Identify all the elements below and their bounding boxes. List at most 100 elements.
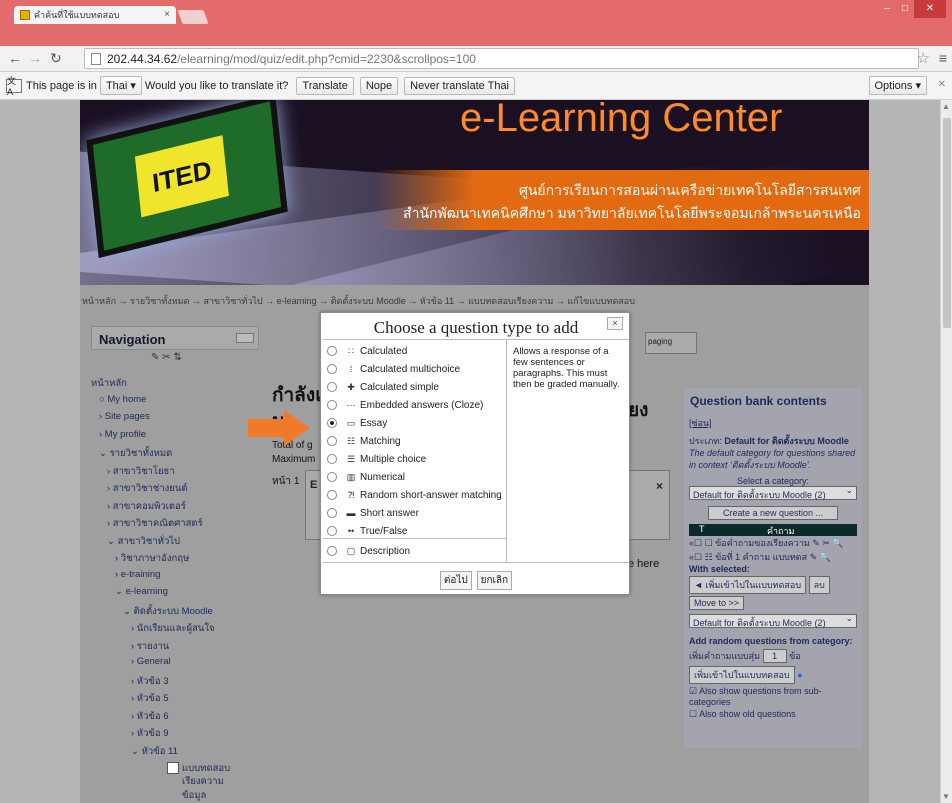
radio-button[interactable]	[327, 436, 337, 446]
nav-item[interactable]: › หัวข้อ 9	[91, 726, 259, 744]
option-matching[interactable]: ☷ Matching	[327, 433, 401, 449]
option-essay[interactable]: ▭ Essay	[327, 415, 387, 431]
radio-button[interactable]	[327, 526, 337, 536]
add-to-quiz-button[interactable]: ◄ เพิ่มเข้าไปในแบบทดสอบ	[689, 576, 807, 594]
move-to-button[interactable]: Move to >>	[689, 596, 745, 610]
nav-item[interactable]: › วิชาภาษาอังกฤษ	[91, 551, 259, 569]
reload-icon[interactable]: ↻	[50, 50, 62, 67]
radio-button-selected[interactable]	[327, 418, 337, 428]
nav-item[interactable]: › รายงาน	[91, 639, 259, 657]
radio-button[interactable]	[327, 400, 337, 410]
nav-item-quiz-sub[interactable]: เรียงความ	[91, 774, 259, 788]
never-translate-button[interactable]: Never translate Thai	[404, 76, 516, 95]
nav-item-info[interactable]: ข้อมูล	[91, 788, 259, 803]
page-1-label: หน้า 1	[272, 476, 300, 487]
random-count-select[interactable]: 1	[762, 649, 787, 663]
option-numerical[interactable]: ▥ Numerical	[327, 469, 405, 485]
nav-item[interactable]: › หัวข้อ 5	[91, 691, 259, 709]
breadcrumb[interactable]: หน้าหลัก → รายวิชาทั้งหมด → สาขาวิชาทั่ว…	[82, 294, 635, 308]
back-arrow-icon[interactable]: ←	[8, 50, 22, 66]
radio-button[interactable]	[327, 364, 337, 374]
nav-item[interactable]: › สาขาวิชาคณิตศาสตร์	[91, 516, 259, 534]
page-scrollbar[interactable]: ▲ ▼	[940, 100, 952, 803]
new-tab-button[interactable]	[177, 10, 209, 24]
option-calculated[interactable]: ∷ Calculated	[327, 343, 407, 359]
nav-item[interactable]: ○ My home	[91, 394, 259, 412]
radio-button[interactable]	[327, 490, 337, 500]
scroll-up-icon[interactable]: ▲	[942, 102, 950, 111]
help-icon[interactable]: ●	[797, 670, 802, 680]
radio-button[interactable]	[327, 346, 337, 356]
option-embedded-answers[interactable]: ⋯ Embedded answers (Cloze)	[327, 397, 483, 413]
forward-arrow-icon[interactable]: →	[28, 50, 42, 66]
add-random-button[interactable]: เพิ่มเข้าไปในแบบทดสอบ	[689, 666, 795, 684]
dialog-close-button[interactable]: ×	[607, 317, 623, 330]
nav-item[interactable]: › สาขาวิชาช่างยนต์	[91, 481, 259, 499]
option-short-answer[interactable]: ▬ Short answer	[327, 505, 419, 521]
option-multiple-choice[interactable]: ☰ Multiple choice	[327, 451, 426, 467]
browser-tab[interactable]: คำค้นที่ใช้แบบทดสอบ ×	[14, 6, 176, 24]
option-calculated-simple[interactable]: ✚ Calculated simple	[327, 379, 439, 395]
close-window-button[interactable]: ✕	[914, 0, 946, 18]
browser-menu-icon[interactable]: ≡	[934, 46, 952, 72]
qbank-category-select[interactable]: Default for ติดตั้งระบบ Moodle (2)	[689, 485, 857, 500]
option-random-short-answer[interactable]: ⁈ Random short-answer matching	[327, 487, 502, 503]
tab-close-icon[interactable]: ×	[164, 9, 170, 20]
maximize-button[interactable]: □	[896, 0, 914, 18]
translate-close-icon[interactable]: ✕	[938, 79, 946, 90]
radio-button[interactable]	[327, 454, 337, 464]
delete-button[interactable]: ลบ	[808, 576, 830, 594]
page-heading-end: ยง	[628, 400, 649, 421]
radio-button[interactable]	[327, 546, 337, 556]
nav-item-quiz[interactable]: แบบทดสอบ	[91, 761, 259, 775]
scroll-down-icon[interactable]: ▼	[942, 792, 950, 801]
nav-item[interactable]: ⌄ หัวข้อ 11	[91, 744, 259, 762]
create-question-button[interactable]: Create a new question ...	[708, 506, 838, 520]
qbank-row[interactable]: «☐ ☷ ข้อที่ 1 คำถาม แบบทดส ✎ 🔍	[684, 550, 862, 564]
translate-button[interactable]: Translate	[296, 76, 354, 95]
radio-button[interactable]	[327, 382, 337, 392]
address-bar[interactable]: 202.44.34.62 /elearning/mod/quiz/edit.ph…	[84, 48, 919, 69]
browser-toolbar: ← → ↻ 202.44.34.62 /elearning/mod/quiz/e…	[0, 46, 952, 72]
nope-button[interactable]: Nope	[359, 76, 399, 95]
nav-item[interactable]: ⌄ e-learning	[91, 586, 259, 604]
minimize-button[interactable]: –	[878, 0, 896, 18]
option-true-false[interactable]: •• True/False	[327, 523, 407, 539]
nav-item[interactable]: › หัวข้อ 6	[91, 709, 259, 727]
nav-item[interactable]: › หัวข้อ 3	[91, 674, 259, 692]
qbank-row[interactable]: «☐ ☐ ข้อคำถามของเรียงความ ✎ ✂ 🔍	[684, 536, 862, 550]
radio-button[interactable]	[327, 472, 337, 482]
nav-item[interactable]: › สาขาวิชาโยธา	[91, 464, 259, 482]
radio-button[interactable]	[327, 508, 337, 518]
scroll-thumb[interactable]	[943, 118, 951, 328]
nav-item[interactable]: › e-training	[91, 569, 259, 587]
nav-item[interactable]: › My profile	[91, 429, 259, 447]
option-description[interactable]: ▢ Description	[327, 543, 410, 559]
qbank-hide-link[interactable]: [ซ่อน]	[684, 408, 862, 434]
nav-item[interactable]: › นักเรียนและผู้สนใจ	[91, 621, 259, 639]
cloze-icon: ⋯	[346, 399, 356, 410]
nav-item[interactable]: › สาขาคอมพิวเตอร์	[91, 499, 259, 517]
cancel-button[interactable]: ยกเลิก	[476, 571, 513, 590]
move-to-select[interactable]: Default for ติดตั้งระบบ Moodle (2)	[689, 613, 857, 628]
translate-options-button[interactable]: Options ▾	[868, 76, 927, 95]
bookmark-star-icon[interactable]: ☆	[917, 49, 930, 67]
next-button[interactable]: ต่อไป	[439, 571, 472, 590]
inner-close-icon[interactable]: ×	[656, 479, 663, 493]
qbank-category-name: Default for ติดตั้งระบบ Moodle	[724, 436, 849, 446]
nav-item[interactable]: ⌄ รายวิชาทั้งหมด	[91, 446, 259, 464]
add-to-quiz-row: ◄ เพิ่มเข้าไปในแบบทดสอบ ลบ	[684, 574, 862, 596]
block-control-icon[interactable]	[236, 333, 254, 343]
paging-tab[interactable]: paging	[645, 332, 697, 354]
nav-item[interactable]: › Site pages	[91, 411, 259, 429]
nav-item[interactable]: › General	[91, 656, 259, 674]
nav-item[interactable]: หน้าหลัก	[91, 376, 259, 394]
nav-item[interactable]: ⌄ สาขาวิชาทั่วไป	[91, 534, 259, 552]
old-questions-checkbox-row[interactable]: ☐ Also show old questions	[684, 707, 862, 720]
language-select[interactable]: Thai ▾	[99, 76, 142, 95]
option-calculated-multichoice[interactable]: ⁞ Calculated multichoice	[327, 361, 460, 377]
navigation-tools-icon[interactable]: ✎ ✂ ⇅	[151, 352, 182, 363]
translate-bar: 文A This page is in Thai ▾ Would you like…	[0, 72, 952, 100]
subcategories-checkbox-row[interactable]: ☑ Also show questions from sub-categorie…	[684, 684, 862, 707]
nav-item[interactable]: ⌄ ติดตั้งระบบ Moodle	[91, 604, 259, 622]
